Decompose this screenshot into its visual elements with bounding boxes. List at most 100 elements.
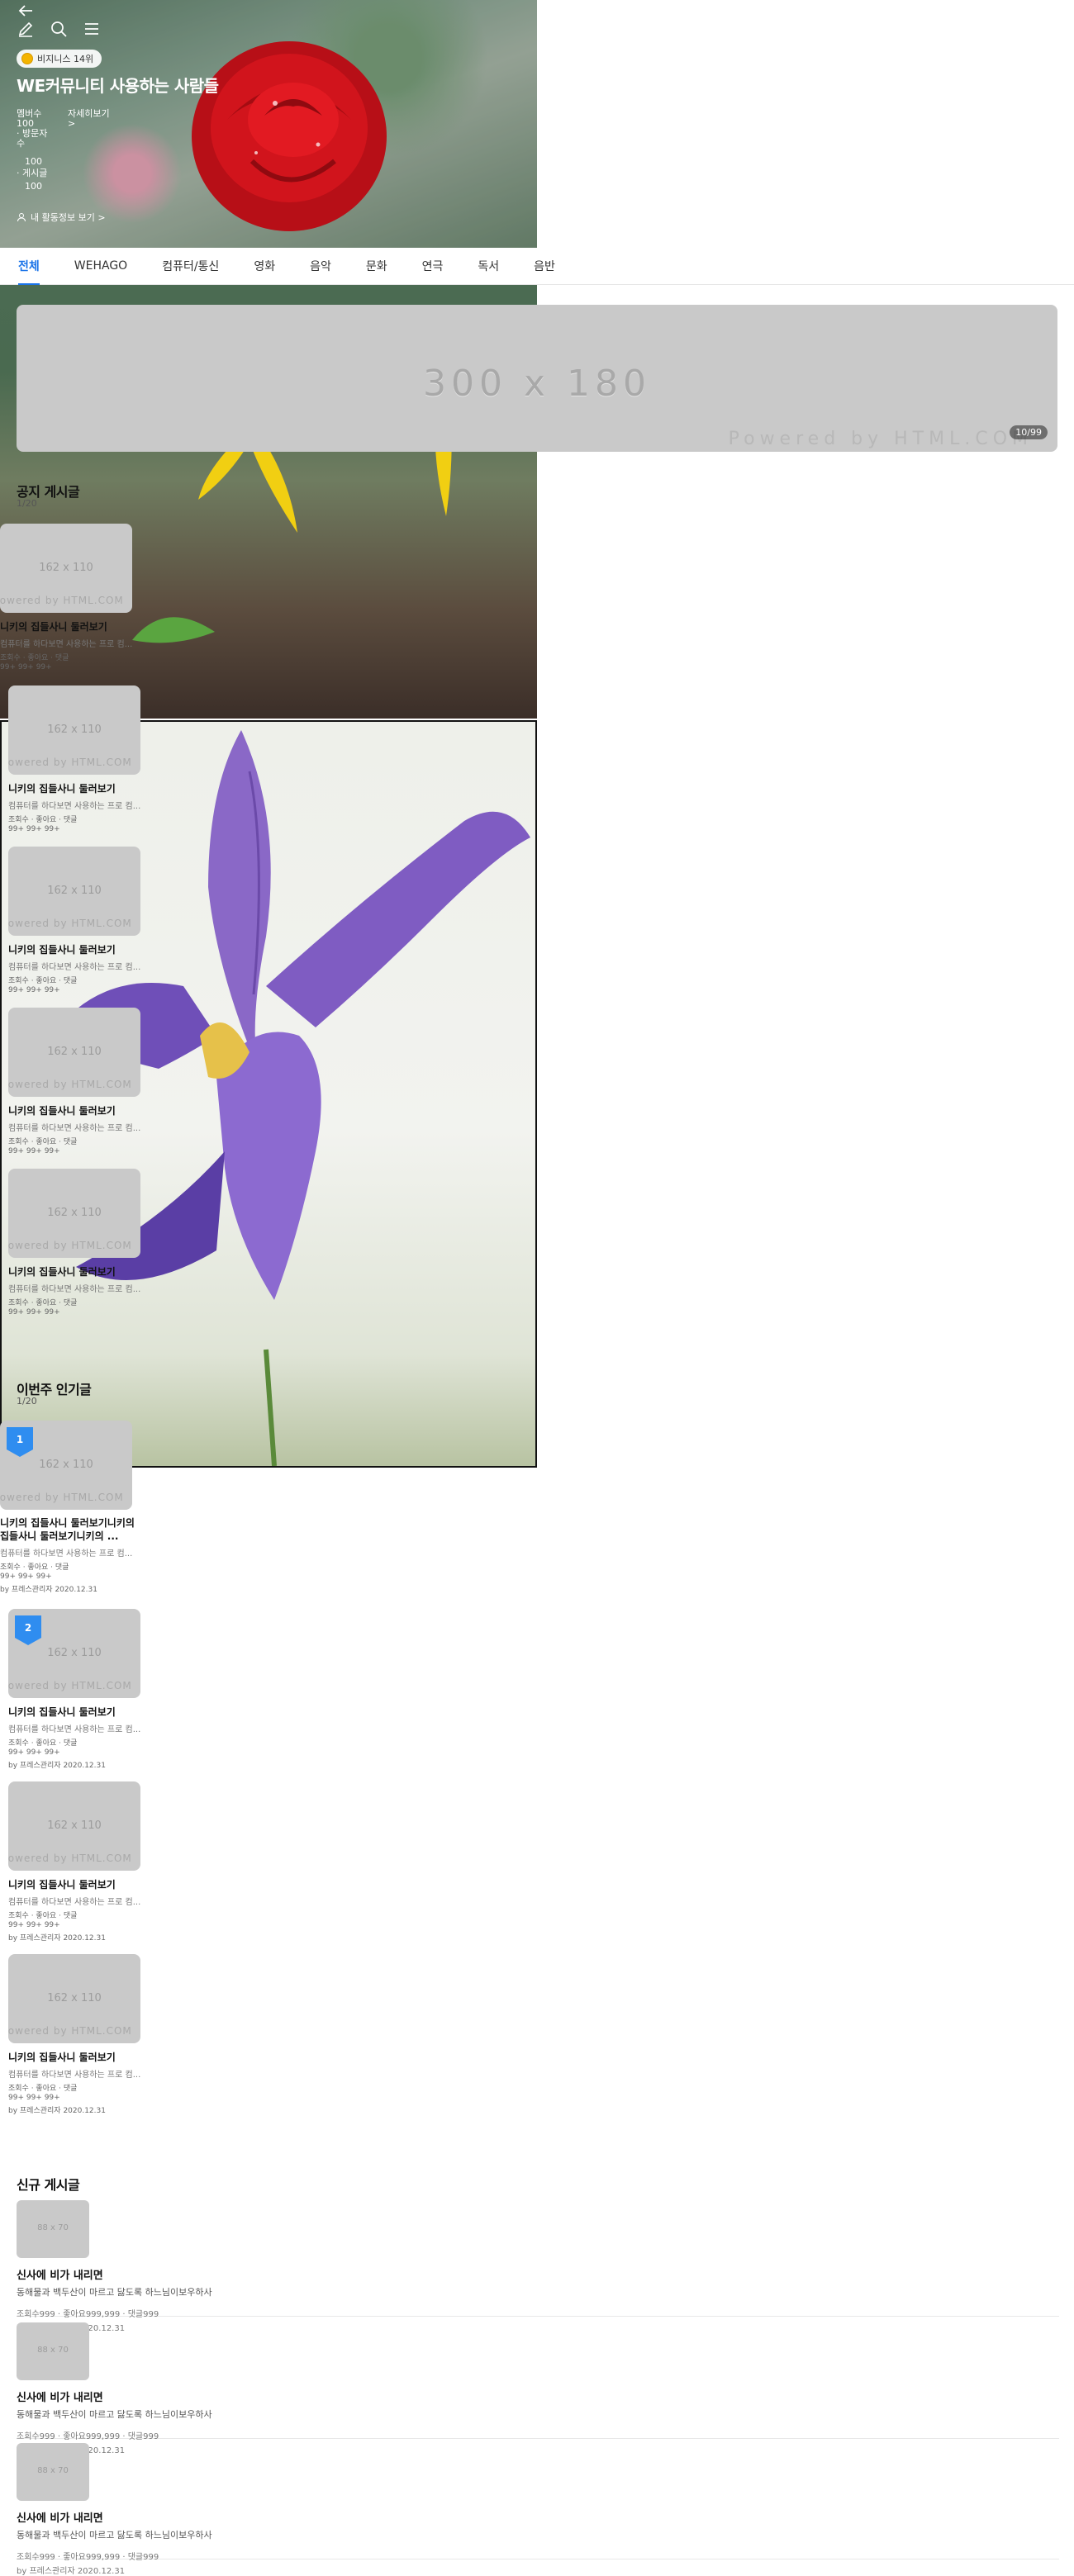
- popular-card-desc: 컴퓨터를 하다보면 사용하는 프로 컴...: [0, 1549, 133, 1558]
- new-posts-section-title: 신규 게시글: [17, 2177, 80, 2193]
- thumb-size-label: 162 x 110: [47, 1647, 102, 1659]
- tab-theater[interactable]: 연극: [422, 248, 461, 284]
- popular-card-meta: 조회수 · 좋아요 · 댓글: [8, 2085, 78, 2093]
- visitors-value: 100: [25, 156, 42, 167]
- notice-section-count: 1/20: [17, 498, 37, 509]
- popular-card[interactable]: 162 x 110 Powered by HTML.COM 1 니키의 집들사니…: [0, 1421, 140, 1594]
- search-icon[interactable]: [50, 20, 68, 42]
- hamburger-menu-icon[interactable]: [83, 20, 101, 42]
- thumb-size-label: 88 x 70: [37, 2346, 69, 2355]
- rank-number-badge: 1: [7, 1427, 33, 1457]
- tab-music[interactable]: 음악: [310, 248, 349, 284]
- tab-culture[interactable]: 문화: [366, 248, 405, 284]
- notice-card-meta: 조회수 · 좋아요 · 댓글: [8, 816, 78, 824]
- my-activity-link[interactable]: 내 활동정보 보기 >: [17, 211, 106, 224]
- thumb-powered-label: Powered by HTML.COM: [8, 2025, 132, 2037]
- details-arrow[interactable]: >: [68, 119, 75, 129]
- posts-value: 100: [25, 181, 42, 192]
- my-activity-text: 내 활동정보 보기 >: [31, 212, 106, 223]
- notice-card[interactable]: 162 x 110 Powered by HTML.COM 니키의 집들사니 둘…: [8, 1008, 149, 1156]
- new-post-item[interactable]: 88 x 70 신사에 비가 내리면 동해물과 백두산이 마르고 닳도록 하느님…: [17, 2443, 1059, 2576]
- popular-card[interactable]: 162 x 110 Powered by HTML.COM 2 니키의 집들사니…: [8, 1609, 149, 1770]
- popular-card[interactable]: 162 x 110 Powered by HTML.COM 니키의 집들사니 둘…: [8, 1954, 149, 2115]
- popular-card-desc: 컴퓨터를 하다보면 사용하는 프로 컴...: [8, 1898, 141, 1907]
- notice-card-desc: 컴퓨터를 하다보면 사용하는 프로 컴...: [0, 640, 133, 649]
- popular-thumbnail: 162 x 110 Powered by HTML.COM: [8, 1954, 140, 2043]
- tab-computer[interactable]: 컴퓨터/통신: [162, 248, 236, 284]
- tab-wehago[interactable]: WEHAGO: [74, 248, 145, 284]
- new-post-desc: 동해물과 백두산이 마르고 닳도록 하느님이보우하사: [17, 2530, 212, 2540]
- notice-card[interactable]: 162 x 110 Powered by HTML.COM 니키의 집들사니 둘…: [8, 847, 149, 995]
- thumb-size-label: 162 x 110: [47, 885, 102, 897]
- thumb-powered-label: Powered by HTML.COM: [8, 1240, 132, 1251]
- notice-card-title: 니키의 집들사니 둘러보기: [8, 783, 116, 795]
- tab-reading[interactable]: 독서: [478, 248, 516, 284]
- new-post-item[interactable]: 88 x 70 신사에 비가 내리면 동해물과 백두산이 마르고 닳도록 하느님…: [17, 2200, 1059, 2333]
- popular-card-meta-values: 99+ 99+ 99+: [8, 2094, 60, 2102]
- new-post-thumbnail: 88 x 70: [17, 2200, 89, 2258]
- thumb-size-label: 162 x 110: [47, 1819, 102, 1832]
- banner-placeholder-text: 300 x 180: [423, 363, 651, 405]
- notice-card-meta: 조회수 · 좋아요 · 댓글: [8, 1138, 78, 1146]
- popular-thumbnail: 162 x 110 Powered by HTML.COM: [8, 1781, 140, 1871]
- popular-card-meta-values: 99+ 99+ 99+: [8, 1748, 60, 1757]
- new-post-item[interactable]: 88 x 70 신사에 비가 내리면 동해물과 백두산이 마르고 닳도록 하느님…: [17, 2322, 1059, 2455]
- popular-thumbnail: 162 x 110 Powered by HTML.COM 1: [0, 1421, 132, 1510]
- popular-card-author: by 프레스관리자 2020.12.31: [0, 1586, 97, 1594]
- notice-thumbnail: 162 x 110 Powered by HTML.COM: [8, 1008, 140, 1097]
- popular-card[interactable]: 162 x 110 Powered by HTML.COM 니키의 집들사니 둘…: [8, 1781, 149, 1943]
- notice-card-meta-values: 99+ 99+ 99+: [8, 1147, 60, 1155]
- pencil-icon[interactable]: [17, 20, 35, 42]
- notice-card[interactable]: 162 x 110 Powered by HTML.COM 니키의 집들사니 둘…: [8, 1169, 149, 1317]
- notice-card-meta: 조회수 · 좋아요 · 댓글: [0, 654, 69, 662]
- tab-movie[interactable]: 영화: [254, 248, 292, 284]
- new-post-title: 신사에 비가 내리면: [17, 2512, 103, 2525]
- notice-card-title: 니키의 집들사니 둘러보기: [8, 1105, 116, 1117]
- popular-card-author: by 프레스관리자 2020.12.31: [8, 2107, 106, 2115]
- new-post-thumbnail: 88 x 70: [17, 2443, 89, 2501]
- banner-powered-text: Powered by HTML.COM: [728, 429, 1033, 449]
- banner-pager: 10/99: [1010, 425, 1048, 439]
- new-post-meta: 조회수999 · 좋아요999,999 · 댓글999: [17, 2310, 159, 2319]
- tab-all[interactable]: 전체: [18, 248, 57, 285]
- notice-card[interactable]: 162 x 110 Powered by HTML.COM 니키의 집들사니 둘…: [8, 686, 149, 834]
- thumb-size-label: 88 x 70: [37, 2466, 69, 2475]
- popular-card-desc: 컴퓨터를 하다보면 사용하는 프로 컴...: [8, 1725, 141, 1734]
- popular-thumbnail: 162 x 110 Powered by HTML.COM 2: [8, 1609, 140, 1698]
- thumb-size-label: 162 x 110: [47, 723, 102, 736]
- thumb-powered-label: Powered by HTML.COM: [8, 918, 132, 929]
- notice-thumbnail: 162 x 110 Powered by HTML.COM: [8, 847, 140, 936]
- popular-card-title: 니키의 집들사니 둘러보기: [8, 2052, 116, 2063]
- notice-card-title: 니키의 집들사니 둘러보기: [0, 621, 107, 633]
- notice-card-desc: 컴퓨터를 하다보면 사용하는 프로 컴...: [8, 1285, 141, 1294]
- popular-card-author: by 프레스관리자 2020.12.31: [8, 1934, 106, 1943]
- notice-card-meta: 조회수 · 좋아요 · 댓글: [8, 1299, 78, 1307]
- notice-card-title: 니키의 집들사니 둘러보기: [8, 944, 116, 956]
- notice-card-meta-values: 99+ 99+ 99+: [0, 663, 52, 671]
- notice-card-meta-values: 99+ 99+ 99+: [8, 1308, 60, 1316]
- posts-label: · 게시글: [17, 168, 48, 178]
- banner-carousel[interactable]: 300 x 180 Powered by HTML.COM 10/99: [17, 305, 1057, 452]
- popular-card-meta-values: 99+ 99+ 99+: [0, 1573, 52, 1581]
- rank-badge-text: 비지니스 14위: [37, 54, 94, 64]
- popular-card-title: 니키의 집들사니 둘러보기니키의 집들사니 둘러보기니키의 ...: [0, 1517, 135, 1542]
- thumb-size-label: 162 x 110: [39, 1459, 93, 1471]
- visitors-label: · 방문자 수: [17, 128, 48, 149]
- new-post-author: by 프레스관리자 2020.12.31: [17, 2567, 126, 2576]
- notice-card[interactable]: 162 x 110 Powered by HTML.COM 니키의 집들사니 둘…: [0, 524, 140, 672]
- user-icon: [17, 213, 26, 222]
- popular-card-desc: 컴퓨터를 하다보면 사용하는 프로 컴...: [8, 2071, 141, 2080]
- thumb-powered-label: Powered by HTML.COM: [8, 757, 132, 768]
- thumb-size-label: 88 x 70: [37, 2223, 69, 2232]
- new-post-desc: 동해물과 백두산이 마르고 닳도록 하느님이보우하사: [17, 2287, 212, 2298]
- rank-badge: 비지니스 14위: [17, 50, 102, 68]
- popular-card-author: by 프레스관리자 2020.12.31: [8, 1762, 106, 1770]
- new-post-desc: 동해물과 백두산이 마르고 닳도록 하느님이보우하사: [17, 2409, 212, 2420]
- notice-card-meta: 조회수 · 좋아요 · 댓글: [8, 977, 78, 985]
- thumb-size-label: 162 x 110: [47, 1207, 102, 1219]
- popular-card-title: 니키의 집들사니 둘러보기: [8, 1706, 116, 1718]
- category-tabs: 전체 WEHAGO 컴퓨터/통신 영화 음악 문화 연극 독서 음반: [0, 248, 1074, 285]
- notice-card-title: 니키의 집들사니 둘러보기: [8, 1266, 116, 1278]
- thumb-size-label: 162 x 110: [47, 1992, 102, 2004]
- tab-album[interactable]: 음반: [534, 248, 573, 284]
